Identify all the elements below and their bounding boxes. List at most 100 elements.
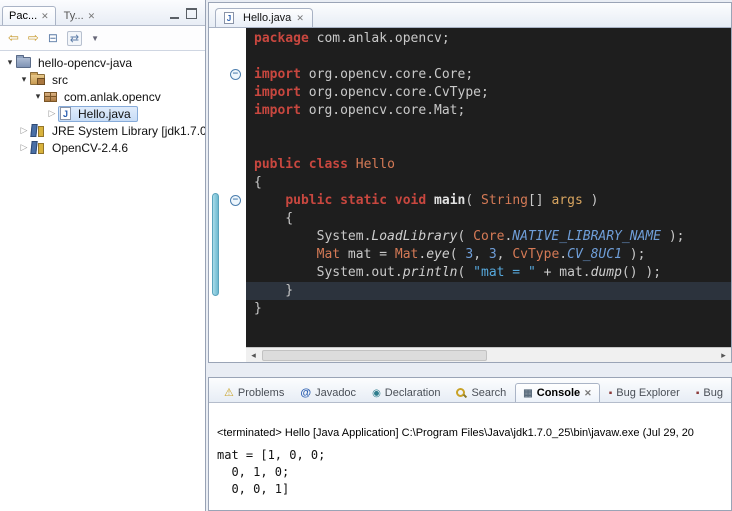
console-output: mat = [1, 0, 0; 0, 1, 0; 0, 0, 1] <box>217 447 731 498</box>
code-line[interactable]: import org.opencv.core.CvType; <box>246 84 731 102</box>
code-token: ) <box>583 193 599 208</box>
tab-declaration[interactable]: ◉ Declaration <box>365 384 447 402</box>
fold-collapse-icon[interactable]: − <box>230 69 241 80</box>
code-line[interactable]: { <box>246 174 731 192</box>
tab-package-explorer[interactable]: Pac... ✕ <box>2 6 56 25</box>
maximize-view-icon[interactable] <box>186 8 197 19</box>
code-token: 3 <box>465 247 473 262</box>
tab-problems[interactable]: ⚠ Problems <box>217 383 291 402</box>
view-window-buttons <box>170 8 203 25</box>
tree-item-label: Hello.java <box>75 107 134 121</box>
tab-type-hierarchy[interactable]: Ty... ✕ <box>58 7 102 25</box>
expand-arrow-icon[interactable]: ▾ <box>4 57 16 68</box>
code-token: NATIVE_LIBRARY_NAME <box>512 229 661 244</box>
selected-item-highlight[interactable]: J Hello.java <box>58 106 138 122</box>
expand-arrow-icon[interactable]: ▾ <box>18 74 30 85</box>
code-token: { <box>254 211 293 226</box>
code-token <box>301 157 309 172</box>
close-icon[interactable]: ✕ <box>41 11 49 22</box>
fold-collapse-icon[interactable]: − <box>230 195 241 206</box>
tab-search[interactable]: Search <box>449 384 513 402</box>
code-token: System. <box>254 229 371 244</box>
code-lines[interactable]: package com.anlak.opencv; import org.open… <box>246 28 731 347</box>
view-menu-icon[interactable]: ▼ <box>91 34 99 43</box>
close-icon[interactable]: ✕ <box>584 388 592 399</box>
tree-item-project[interactable]: ▾ hello-opencv-java <box>0 54 205 71</box>
tree-item-src[interactable]: ▾ src <box>0 71 205 88</box>
code-token: org.opencv.core.CvType; <box>301 85 489 100</box>
tab-hello-java[interactable]: J Hello.java ✕ <box>215 8 313 27</box>
expand-arrow-icon[interactable]: ▾ <box>32 91 44 102</box>
code-line[interactable]: } <box>246 300 731 318</box>
tab-bug[interactable]: ▪ Bug <box>689 384 730 402</box>
tree-item-jre-library[interactable]: ▷ JRE System Library [jdk1.7.0 <box>0 122 205 139</box>
code-line[interactable]: import org.opencv.core.Mat; <box>246 102 731 120</box>
java-file-icon: J <box>60 107 71 120</box>
tab-package-explorer-label: Pac... <box>9 10 37 22</box>
code-token: ( <box>458 265 474 280</box>
minimize-view-icon[interactable] <box>170 9 179 19</box>
expand-arrow-icon[interactable]: ▷ <box>18 142 30 153</box>
code-line[interactable]: public class Hello <box>246 156 731 174</box>
java-file-icon: J <box>224 12 234 24</box>
expand-arrow-icon[interactable]: ▷ <box>46 108 58 119</box>
scroll-left-icon[interactable]: ◂ <box>246 348 261 362</box>
scroll-right-icon[interactable]: ▸ <box>716 348 731 362</box>
close-icon[interactable]: ✕ <box>88 11 96 22</box>
code-line[interactable]: } <box>246 282 731 300</box>
horizontal-scrollbar[interactable]: ◂ ▸ <box>246 347 731 362</box>
collapse-all-icon[interactable]: ⊟ <box>48 31 58 45</box>
code-line[interactable]: public static void main( String[] args ) <box>246 192 731 210</box>
code-token: LoadLibrary <box>371 229 457 244</box>
tab-type-hierarchy-label: Ty... <box>64 10 84 22</box>
code-token <box>254 193 285 208</box>
code-line[interactable]: package com.anlak.opencv; <box>246 30 731 48</box>
code-token <box>348 157 356 172</box>
javadoc-icon: @ <box>300 387 311 399</box>
forward-icon[interactable]: ⇨ <box>28 30 39 46</box>
code-line[interactable] <box>246 120 731 138</box>
code-line[interactable]: { <box>246 210 731 228</box>
code-token: eye <box>426 247 449 262</box>
code-token: ); <box>661 229 684 244</box>
tab-label: Declaration <box>385 387 441 399</box>
code-token: args <box>551 193 582 208</box>
tree-item-package[interactable]: ▾ com.anlak.opencv <box>0 88 205 105</box>
code-token <box>387 193 395 208</box>
code-token: , <box>473 247 489 262</box>
code-token: . <box>559 247 567 262</box>
console-output-area[interactable]: <terminated> Hello [Java Application] C:… <box>209 403 731 510</box>
tab-javadoc[interactable]: @ Javadoc <box>293 384 363 402</box>
tab-bug-explorer[interactable]: ▪ Bug Explorer <box>602 384 687 402</box>
tab-console[interactable]: ▦ Console ✕ <box>515 383 599 402</box>
code-line[interactable] <box>246 138 731 156</box>
scrollbar-thumb[interactable] <box>262 350 487 361</box>
link-with-editor-icon[interactable]: ⇄ <box>67 31 82 46</box>
tree-item-hello-java[interactable]: ▷ J Hello.java <box>0 105 205 122</box>
code-token <box>254 247 317 262</box>
bug-icon: ▪ <box>696 388 700 399</box>
code-token: public <box>254 157 301 172</box>
tab-label: Bug <box>703 387 723 399</box>
tree-item-label: JRE System Library [jdk1.7.0 <box>49 124 205 138</box>
code-token: , <box>497 247 513 262</box>
code-token: import <box>254 67 301 82</box>
code-line[interactable]: System.LoadLibrary( Core.NATIVE_LIBRARY_… <box>246 228 731 246</box>
code-token: void <box>395 193 426 208</box>
close-icon[interactable]: ✕ <box>296 13 304 24</box>
tree-item-label: src <box>49 73 71 87</box>
bug-icon: ▪ <box>609 388 613 399</box>
package-icon <box>44 92 57 102</box>
range-indicator <box>212 193 219 296</box>
code-line[interactable]: Mat mat = Mat.eye( 3, 3, CvType.CV_8UC1 … <box>246 246 731 264</box>
tree-item-opencv-library[interactable]: ▷ OpenCV-2.4.6 <box>0 139 205 156</box>
editor-tabbar: J Hello.java ✕ <box>209 3 731 28</box>
project-icon <box>16 57 31 68</box>
code-line[interactable]: System.out.println( "mat = " + mat.dump(… <box>246 264 731 282</box>
code-token: } <box>254 301 262 316</box>
tree-item-label: hello-opencv-java <box>35 56 135 70</box>
code-line[interactable] <box>246 48 731 66</box>
code-line[interactable]: import org.opencv.core.Core; <box>246 66 731 84</box>
expand-arrow-icon[interactable]: ▷ <box>18 125 30 136</box>
back-icon[interactable]: ⇦ <box>8 30 19 46</box>
